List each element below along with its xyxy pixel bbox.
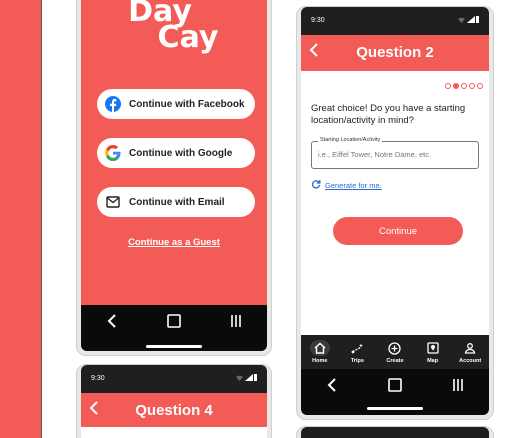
progress-dot <box>445 83 451 89</box>
question-header: Question 2 <box>301 35 489 71</box>
progress-dot <box>477 83 483 89</box>
tab-label: Home <box>312 358 328 364</box>
status-time: 9:30 <box>91 375 105 382</box>
status-bar: 9:30 <box>81 365 267 393</box>
login-screen: Day Cay Continue with Facebook Continue … <box>81 0 267 351</box>
progress-dot <box>461 83 467 89</box>
nav-home-icon[interactable] <box>164 311 184 331</box>
tab-account[interactable]: Account <box>455 340 485 364</box>
google-login-label: Continue with Google <box>129 147 233 159</box>
mail-icon <box>105 194 121 210</box>
canvas: Day Cay Continue with Facebook Continue … <box>0 0 522 438</box>
starting-location-field[interactable]: Starting Location/Activity <box>311 137 479 169</box>
nav-back-icon[interactable] <box>102 311 122 331</box>
page-title: Question 2 <box>356 44 434 61</box>
nav-recents-icon[interactable] <box>448 375 468 395</box>
email-login-button[interactable]: Continue with Email <box>97 187 255 217</box>
tab-label: Trips <box>350 358 364 364</box>
tab-map[interactable]: Map <box>418 340 448 364</box>
nav-recents-icon[interactable] <box>226 311 246 331</box>
google-login-button[interactable]: Continue with Google <box>97 138 255 168</box>
field-label: Starting Location/Activity <box>318 137 383 143</box>
logo-line-2: Cay <box>157 20 219 55</box>
route-icon <box>347 340 367 356</box>
tab-create[interactable]: Create <box>380 340 410 364</box>
facebook-login-button[interactable]: Continue with Facebook <box>97 89 255 119</box>
status-time: 9:30 <box>311 17 325 24</box>
signal-battery-icon <box>457 15 479 26</box>
question2-phone-frame: 9:30 Question 2 Great choice! Do you hav… <box>296 6 494 420</box>
app-logo: Day Cay <box>81 0 267 55</box>
next-phone-frame <box>296 426 494 438</box>
android-nav-bar <box>301 369 489 401</box>
facebook-login-label: Continue with Facebook <box>129 98 245 110</box>
android-nav-bar <box>81 305 267 337</box>
progress-dot-active <box>453 83 459 89</box>
home-indicator <box>146 345 202 348</box>
home-indicator <box>367 407 423 410</box>
plus-circle-icon <box>385 340 405 356</box>
question4-screen: 9:30 Question 4 <box>81 365 267 438</box>
next-screen <box>301 427 489 438</box>
continue-button[interactable]: Continue <box>333 217 463 245</box>
question-header: Question 4 <box>81 393 267 427</box>
nav-home-icon[interactable] <box>385 375 405 395</box>
question4-phone-frame: 9:30 Question 4 <box>76 364 272 438</box>
google-icon <box>105 145 121 161</box>
question2-screen: 9:30 Question 2 Great choice! Do you hav… <box>301 7 489 415</box>
facebook-icon <box>105 96 121 112</box>
tab-label: Create <box>386 358 404 364</box>
login-phone-frame: Day Cay Continue with Facebook Continue … <box>76 0 272 356</box>
signal-battery-icon <box>235 373 257 384</box>
page-title: Question 4 <box>135 402 213 419</box>
status-bar: 9:30 <box>301 7 489 35</box>
tab-label: Map <box>427 358 439 364</box>
generate-label: Generate for me. <box>325 180 382 190</box>
starting-location-input[interactable] <box>318 150 472 159</box>
tab-trips[interactable]: Trips <box>342 340 372 364</box>
nav-back-icon[interactable] <box>322 375 342 395</box>
question-text: Great choice! Do you have a starting loc… <box>311 103 466 126</box>
generate-link[interactable]: Generate for me. <box>311 179 382 191</box>
home-indicator-area <box>301 401 489 415</box>
tab-home[interactable]: Home <box>305 340 335 364</box>
map-icon <box>423 340 443 356</box>
bottom-tab-bar: Home Trips Create Map Account <box>301 335 489 369</box>
refresh-icon <box>311 179 321 191</box>
left-red-panel <box>0 0 42 438</box>
account-icon <box>460 340 480 356</box>
home-indicator-area <box>81 337 267 351</box>
home-icon <box>309 340 330 356</box>
progress-dot <box>469 83 475 89</box>
tab-label: Account <box>459 358 482 364</box>
email-login-label: Continue with Email <box>129 196 225 208</box>
progress-dots <box>445 83 483 89</box>
guest-link[interactable]: Continue as a Guest <box>81 237 267 248</box>
